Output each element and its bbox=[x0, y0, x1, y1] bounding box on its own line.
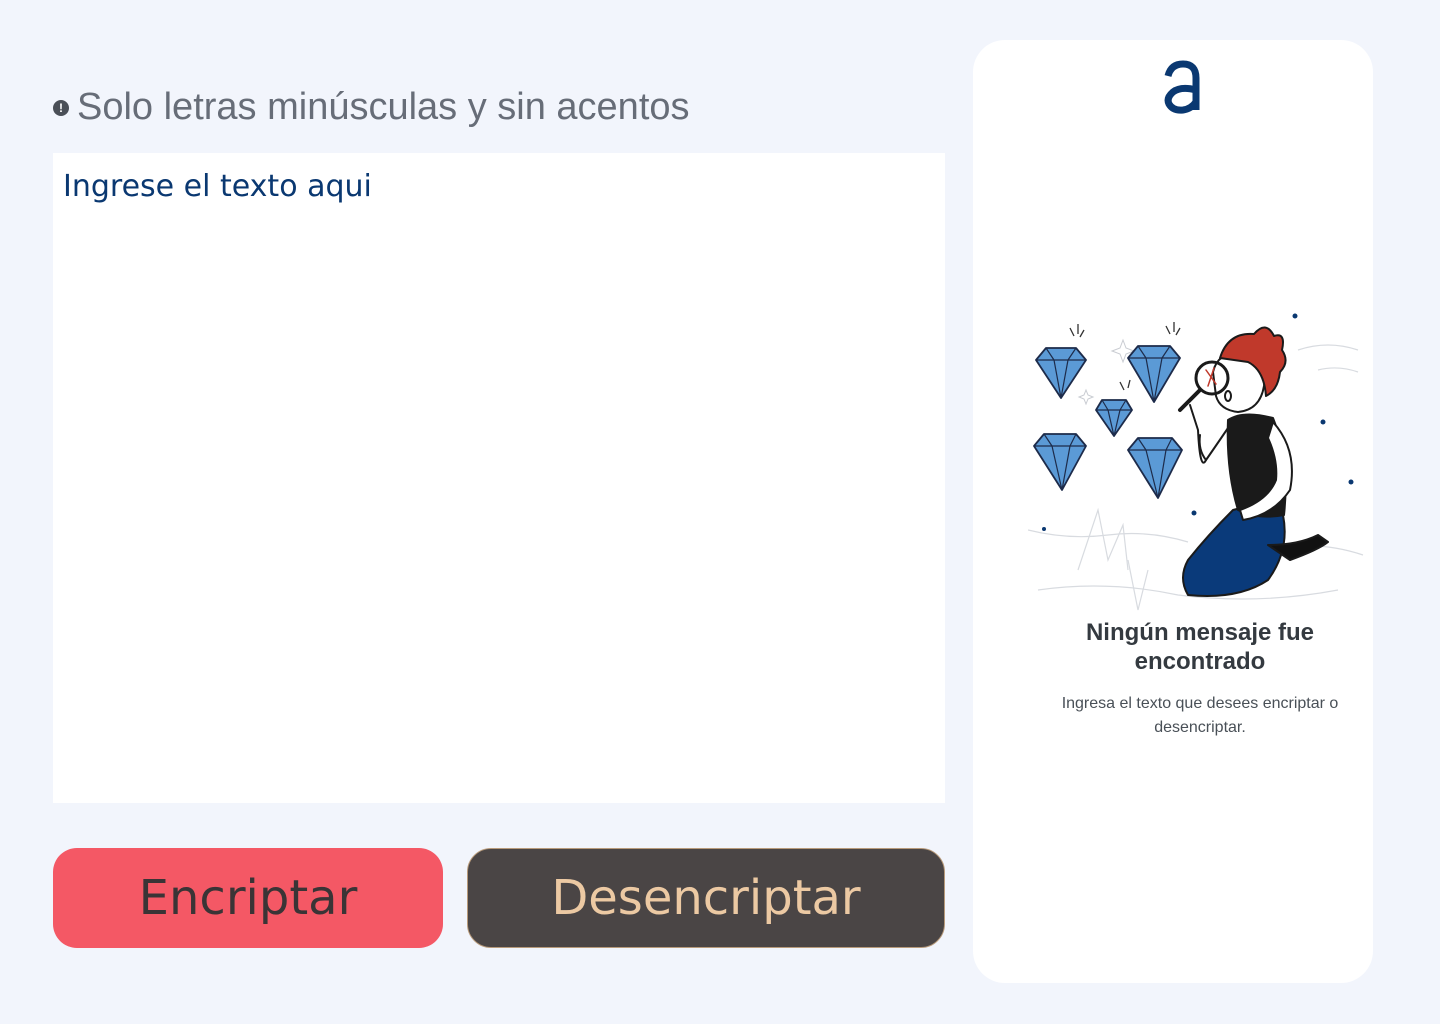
exclamation-icon: ! bbox=[53, 99, 69, 116]
hint-text: Solo letras minúsculas y sin acentos bbox=[77, 86, 690, 128]
decrypt-button-label: Desencriptar bbox=[551, 870, 861, 926]
encrypt-button[interactable]: Encriptar bbox=[53, 848, 443, 948]
input-hint: ! Solo letras minúsculas y sin acentos bbox=[53, 86, 690, 129]
output-panel: Ningún mensaje fue encontrado Ingresa el… bbox=[973, 40, 1373, 983]
encrypt-button-label: Encriptar bbox=[138, 870, 358, 926]
text-input[interactable] bbox=[53, 153, 945, 803]
person-with-magnifier-illustration bbox=[1028, 313, 1364, 611]
empty-state-description: Ingresa el texto que desees encriptar o … bbox=[1061, 695, 1339, 736]
alura-logo-icon bbox=[1164, 60, 1200, 114]
empty-state-title: Ningún mensaje fue encontrado bbox=[1085, 619, 1315, 675]
decrypt-button[interactable]: Desencriptar bbox=[467, 848, 945, 948]
